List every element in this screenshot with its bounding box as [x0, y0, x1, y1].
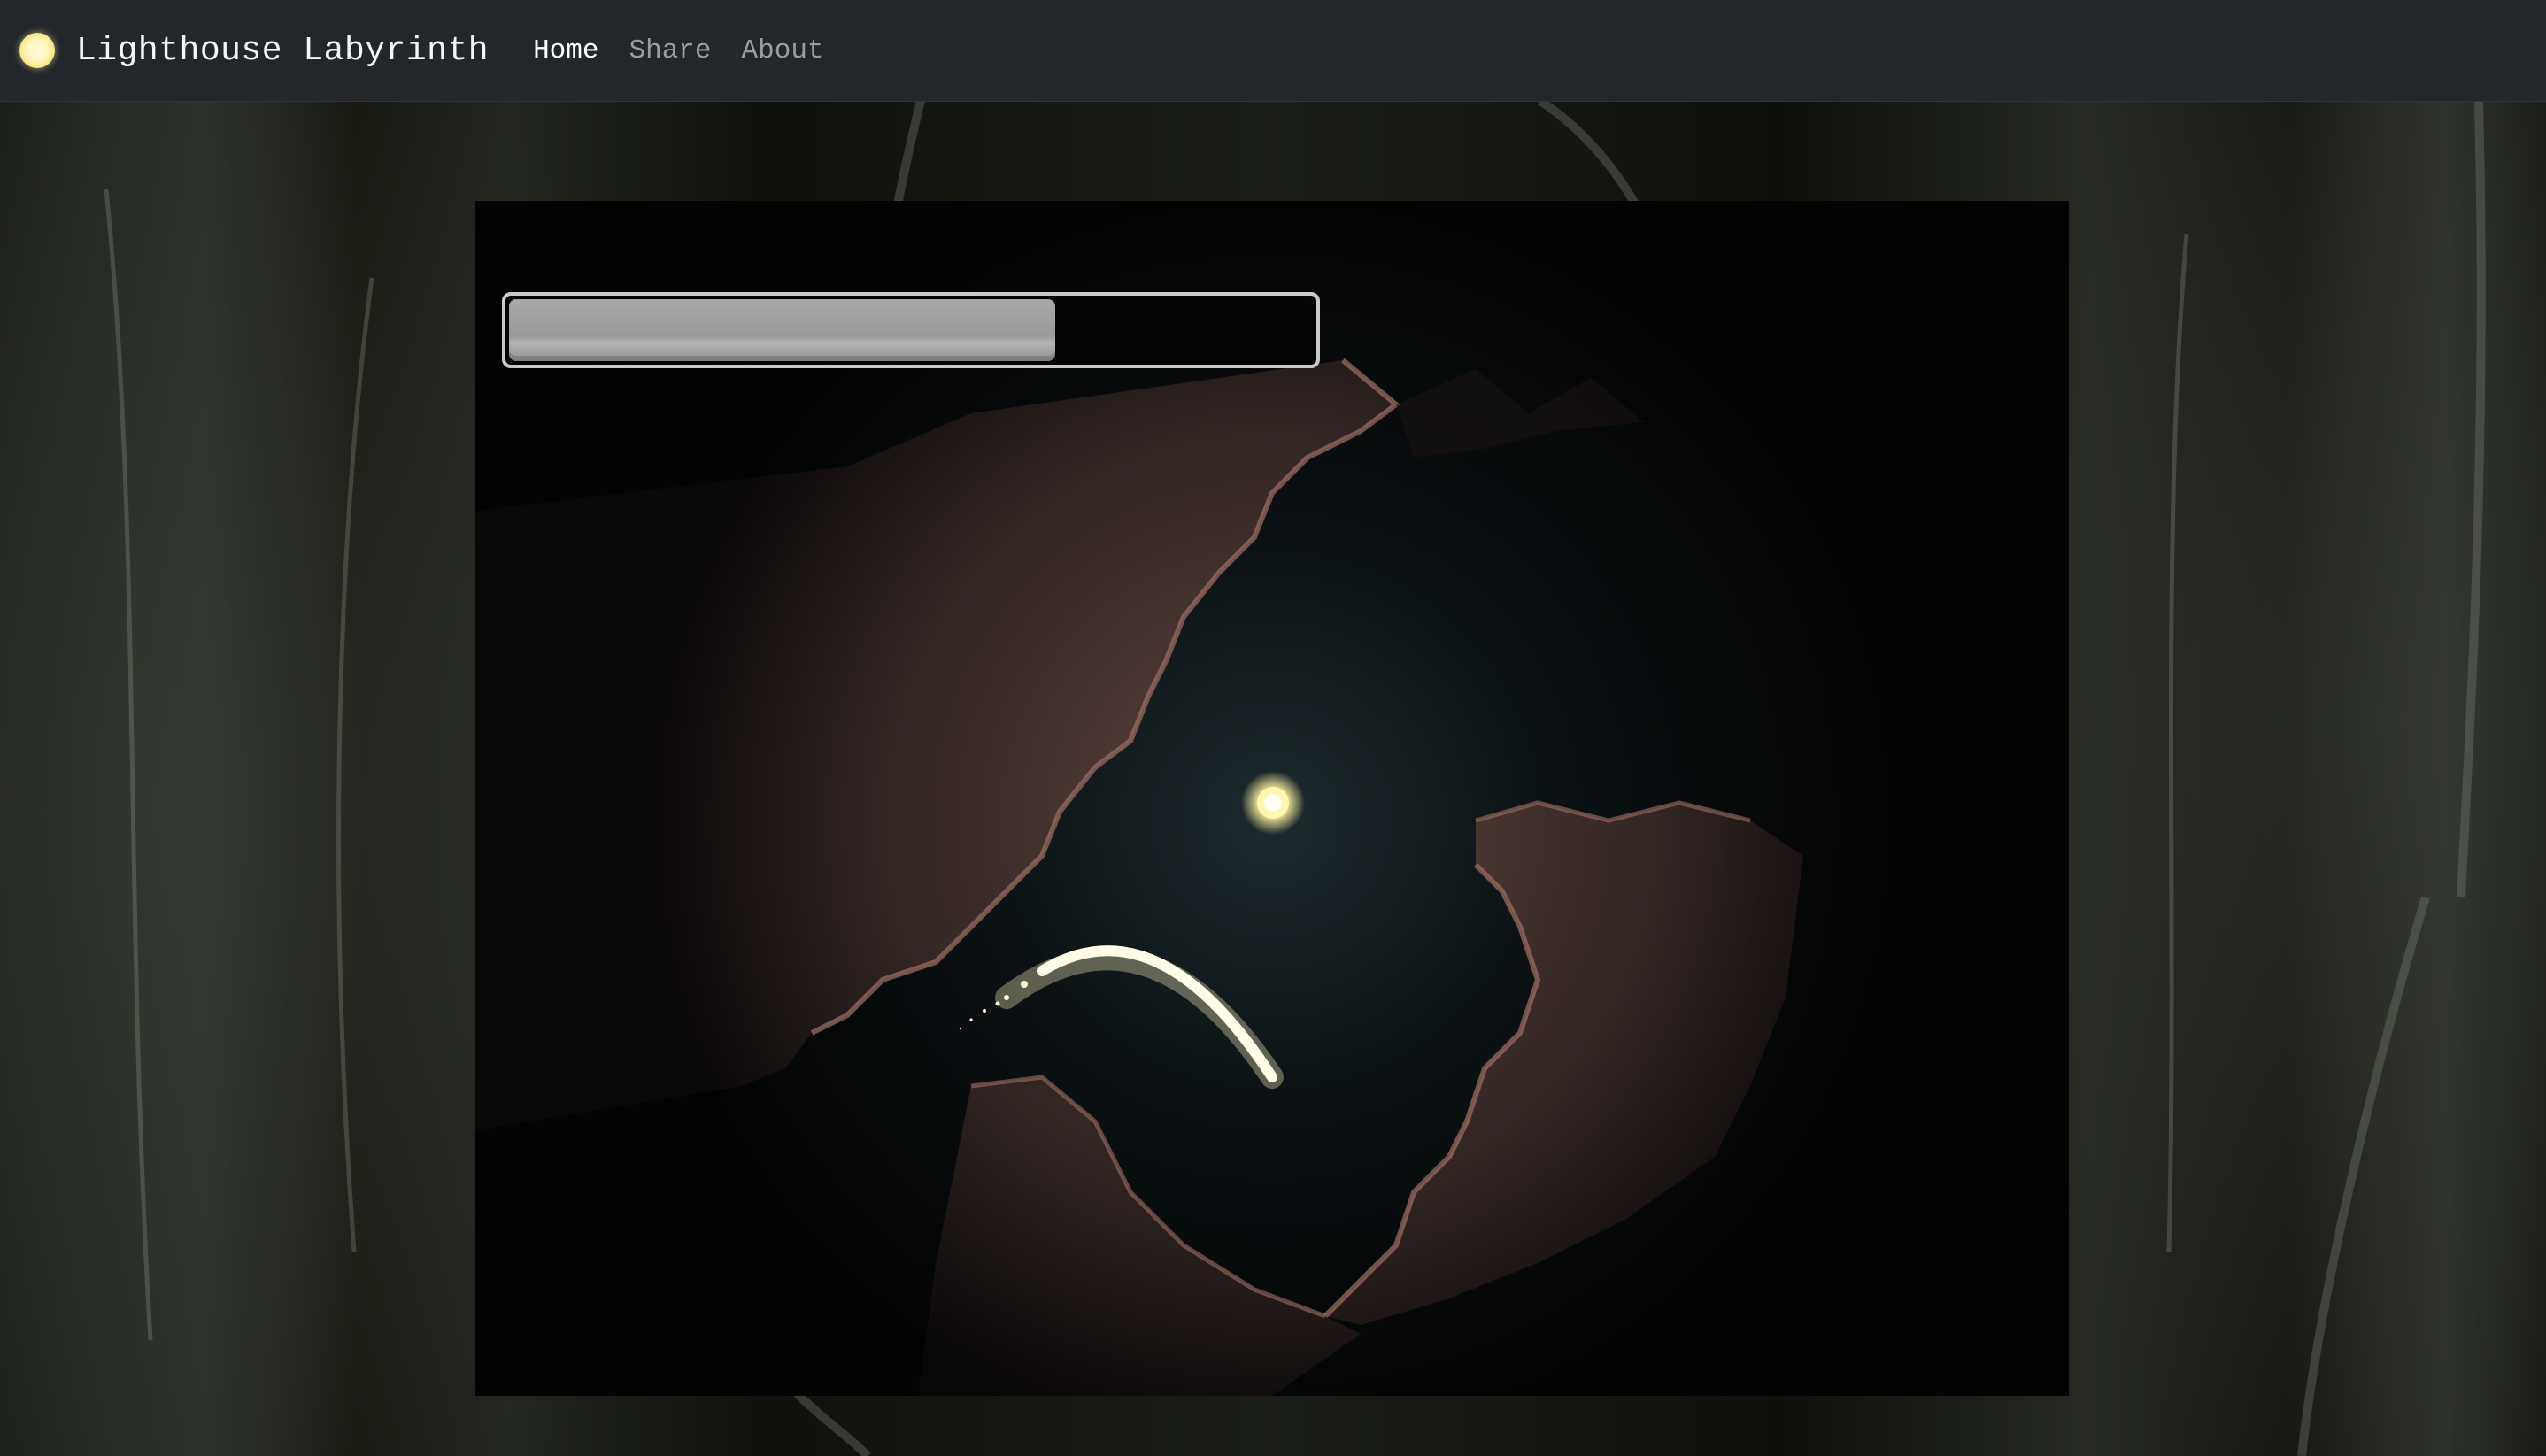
nav-home-link[interactable]: Home	[533, 35, 598, 66]
progress-fill	[509, 299, 1055, 361]
nav-about-link[interactable]: About	[742, 35, 824, 66]
light-orb-player	[1241, 771, 1305, 835]
nav-share-link[interactable]: Share	[629, 35, 712, 66]
glowing-orb-icon[interactable]	[19, 33, 55, 68]
navbar: Lighthouse Labyrinth Home Share About	[0, 0, 2546, 102]
brand-title[interactable]: Lighthouse Labyrinth	[76, 32, 489, 70]
game-canvas[interactable]	[475, 201, 2069, 1396]
light-energy-progress-bar	[502, 292, 1320, 368]
